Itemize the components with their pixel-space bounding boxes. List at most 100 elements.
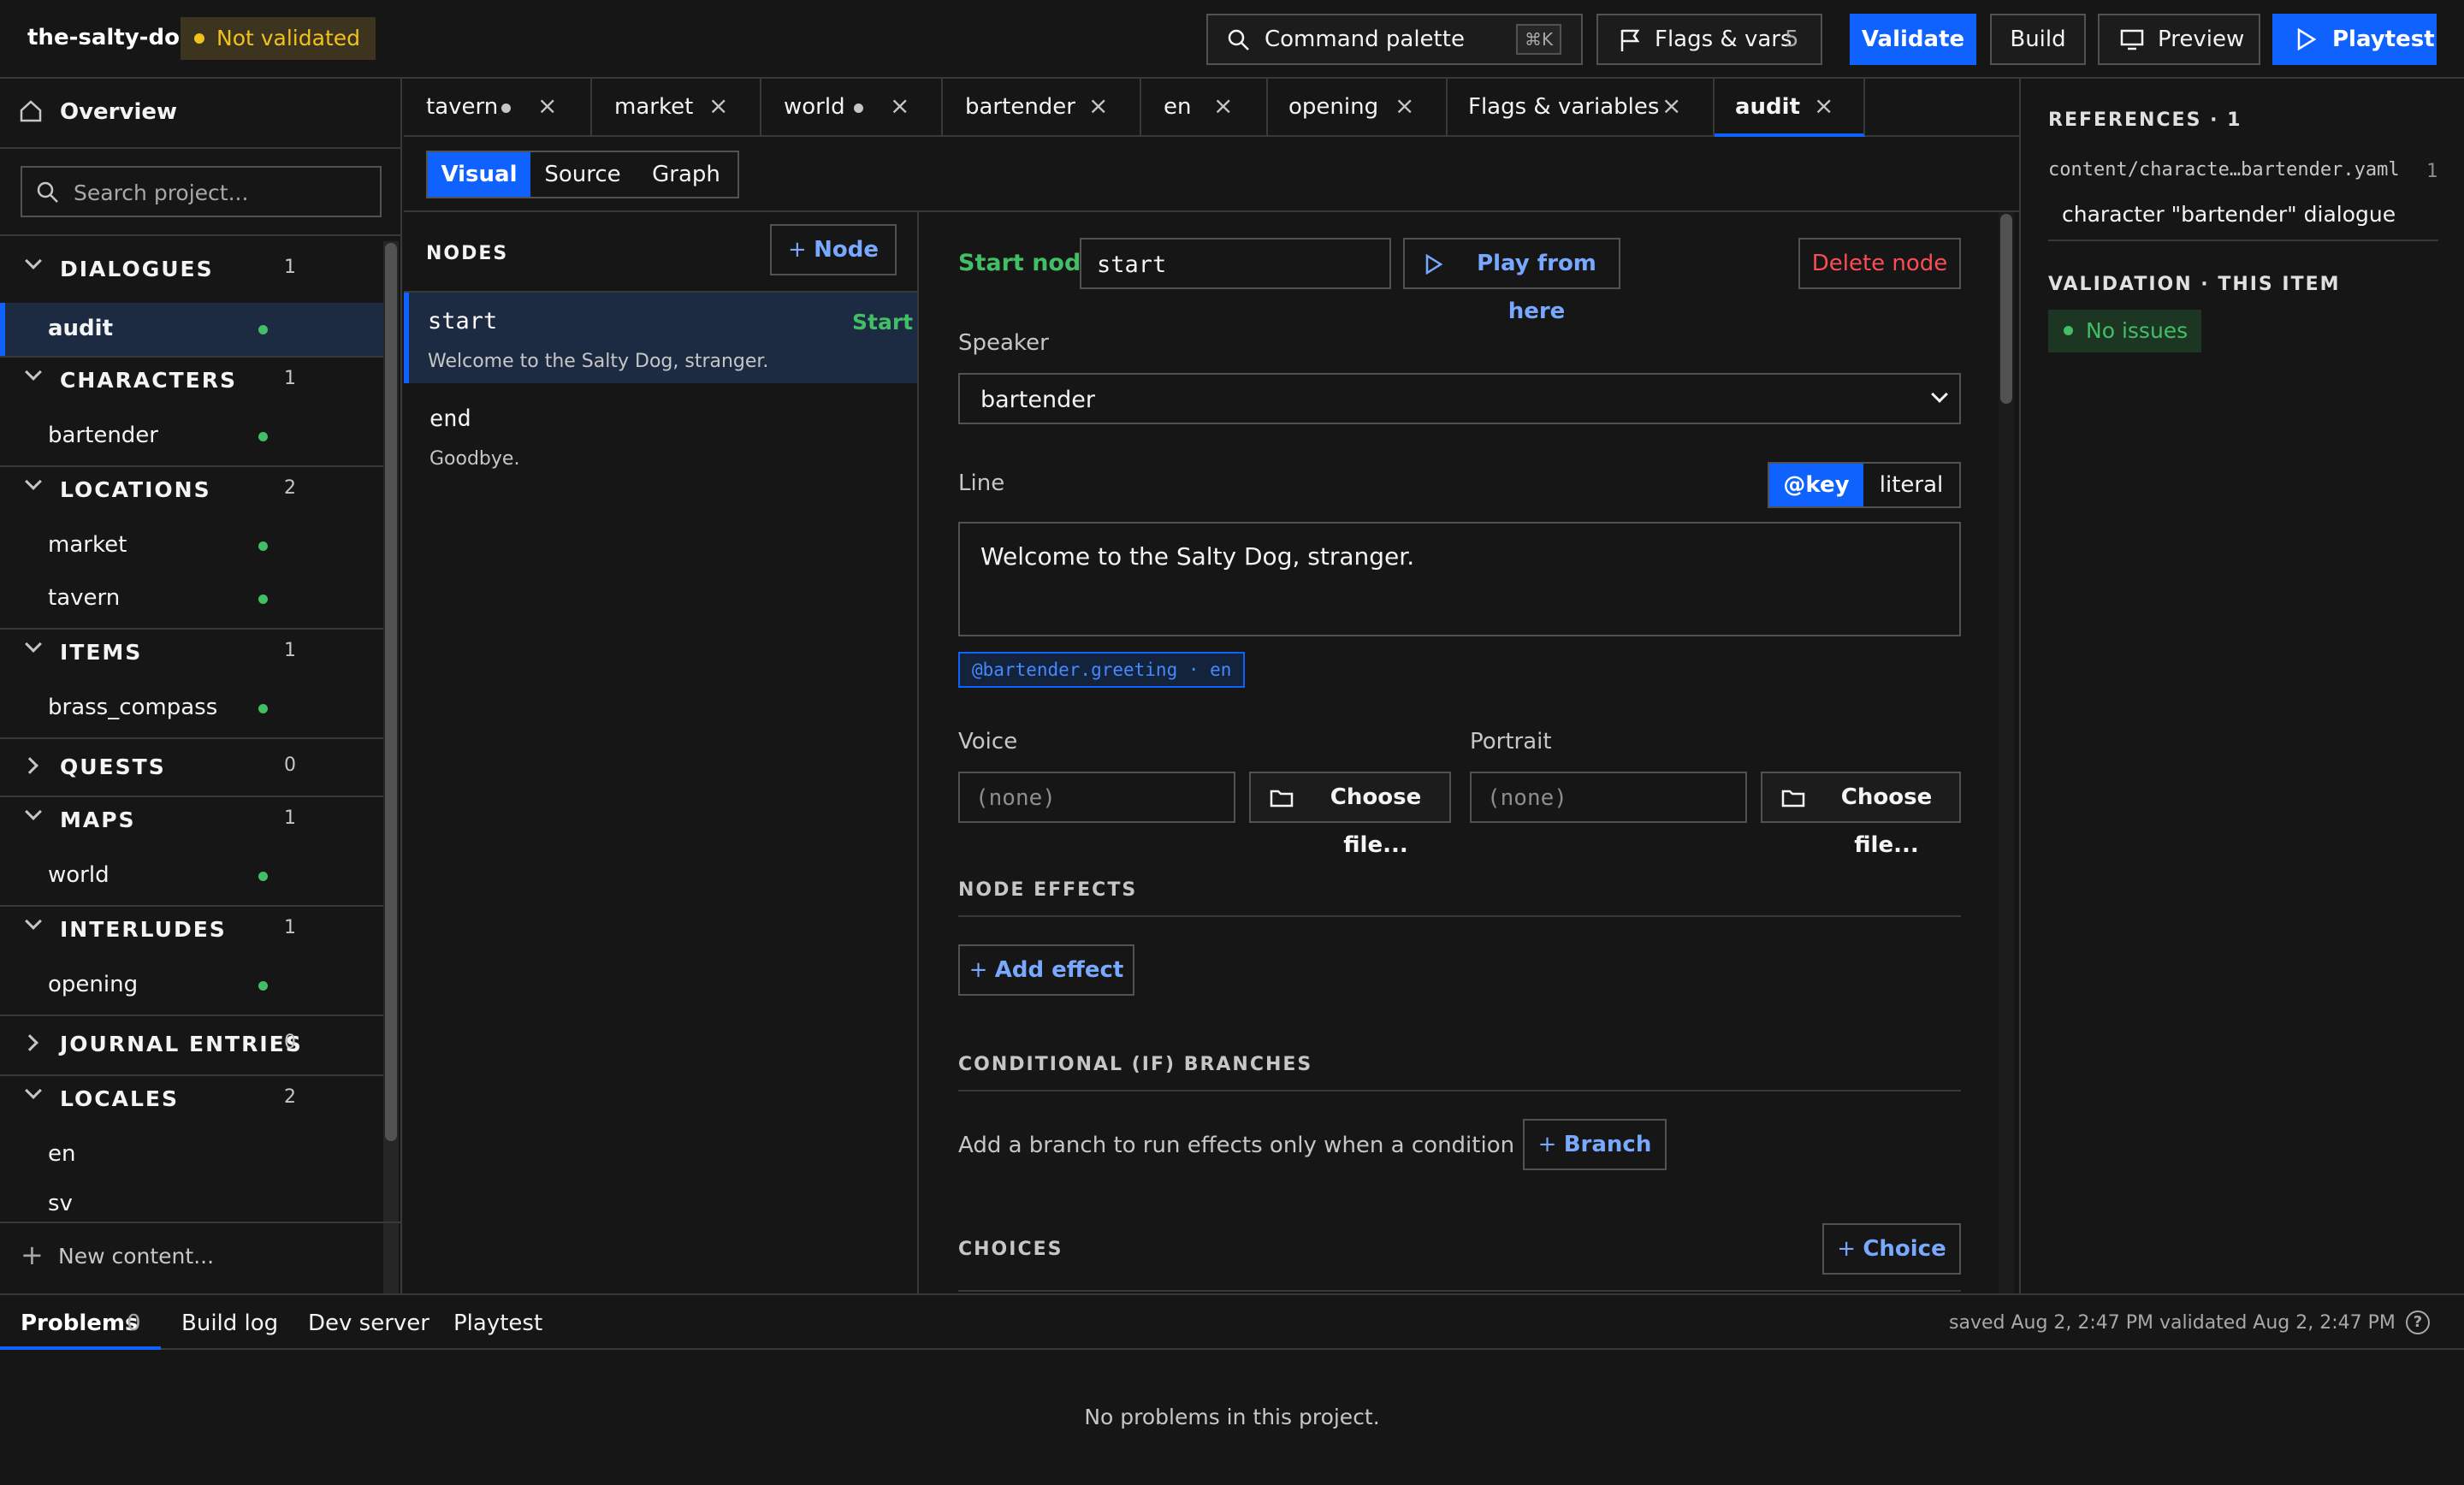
sidebar-item-audit[interactable]: audit [0, 303, 383, 356]
tab-label: world [784, 94, 845, 120]
view-mode-visual[interactable]: Visual [428, 152, 530, 197]
tab-market[interactable]: market × [592, 79, 761, 137]
tab-flags-variables[interactable]: Flags & variables × [1448, 79, 1715, 137]
playtest-button[interactable]: Playtest [2272, 14, 2437, 65]
line-textarea[interactable]: Welcome to the Salty Dog, stranger. [958, 522, 1961, 636]
view-mode-switcher: Visual Source Graph [426, 151, 739, 198]
group-header-locations[interactable]: LOCATIONS 2 [0, 467, 383, 510]
group-count: 1 [284, 257, 296, 278]
view-mode-source[interactable]: Source [530, 152, 635, 197]
bottom-panel: Problems 0 Build log Dev server Playtest… [0, 1293, 2464, 1485]
editor-scroll-thumb[interactable] [2000, 214, 2012, 404]
tab-opening[interactable]: opening × [1268, 79, 1448, 137]
close-icon[interactable]: × [1814, 78, 1833, 134]
play-icon [2297, 28, 2317, 50]
group-header-dialogues[interactable]: DIALOGUES 1 [0, 246, 383, 289]
bottom-tab-label: Dev server [308, 1310, 429, 1336]
sidebar-item-market[interactable]: market [0, 522, 383, 570]
sidebar-item-label: market [48, 532, 127, 558]
tab-audit[interactable]: audit × [1715, 79, 1865, 137]
portrait-field[interactable]: (none) [1470, 772, 1747, 823]
add-node-label: Node [814, 237, 879, 263]
tab-en[interactable]: en × [1141, 79, 1268, 137]
group-header-maps[interactable]: MAPS 1 [0, 797, 383, 840]
group-title: MAPS [60, 808, 136, 832]
portrait-value: (none) [1487, 785, 1567, 811]
close-icon[interactable]: × [1213, 78, 1233, 134]
divider [0, 234, 400, 236]
tab-world[interactable]: world × [761, 79, 943, 137]
help-icon[interactable]: ? [2406, 1310, 2430, 1334]
tab-bartender[interactable]: bartender × [943, 79, 1141, 137]
close-icon[interactable]: × [708, 78, 728, 134]
node-preview-text: Welcome to the Salty Dog, stranger. [428, 351, 769, 372]
group-header-quests[interactable]: QUESTS 0 [0, 739, 383, 792]
bottom-tab-dev-server[interactable]: Dev server [287, 1295, 435, 1350]
group-header-interludes[interactable]: INTERLUDES 1 [0, 907, 383, 950]
group-header-locales[interactable]: LOCALES 2 [0, 1076, 383, 1119]
node-list-item-start[interactable]: start Start Welcome to the Salty Dog, st… [404, 293, 917, 383]
sidebar-item-sv[interactable]: sv [0, 1180, 383, 1215]
voice-choose-file-button[interactable]: Choose file... [1249, 772, 1451, 858]
sidebar-item-brass-compass[interactable]: brass_compass [0, 684, 383, 732]
bottom-tab-build-log[interactable]: Build log [161, 1295, 298, 1350]
sidebar-item-bartender[interactable]: bartender [0, 412, 383, 460]
voice-field[interactable]: (none) [958, 772, 1235, 823]
sidebar-scroll-thumb[interactable] [385, 243, 397, 1141]
voice-value: (none) [975, 785, 1056, 811]
add-effect-button[interactable]: + Add effect [958, 944, 1134, 996]
sidebar-item-en[interactable]: en [0, 1131, 383, 1179]
preview-button[interactable]: Preview [2098, 14, 2260, 65]
portrait-choose-file-button[interactable]: Choose file... [1761, 772, 1961, 858]
tab-tavern[interactable]: tavern × [404, 79, 592, 137]
bottom-tab-problems[interactable]: Problems 0 [0, 1295, 161, 1350]
sidebar-item-world[interactable]: world [0, 852, 383, 900]
build-button[interactable]: Build [1990, 14, 2086, 65]
chevron-down-icon [25, 913, 42, 930]
close-icon[interactable]: × [1395, 78, 1414, 134]
speaker-value: bartender [980, 387, 1095, 413]
line-mode-literal[interactable]: literal [1863, 464, 1959, 506]
new-content-button[interactable]: + New content... [0, 1223, 400, 1292]
branches-hint: Add a branch to run effects only when a … [958, 1133, 1605, 1158]
portrait-label: Portrait [1470, 729, 1552, 754]
close-icon[interactable]: × [537, 78, 557, 134]
view-mode-graph[interactable]: Graph [635, 152, 737, 197]
validate-button[interactable]: Validate [1850, 14, 1976, 65]
overview-link[interactable]: Overview [0, 79, 400, 147]
reference-path[interactable]: content/characte…bartender.yaml [2048, 159, 2400, 180]
reference-description: character "bartender" dialogue [2062, 202, 2396, 227]
close-icon[interactable]: × [1088, 78, 1108, 134]
close-icon[interactable]: × [1661, 78, 1681, 134]
divider [2048, 240, 2438, 241]
line-mode-key[interactable]: @key [1769, 464, 1863, 506]
start-node-field[interactable]: start [1080, 238, 1391, 289]
sidebar-item-opening[interactable]: opening [0, 961, 383, 1009]
flag-icon [1620, 29, 1640, 51]
group-count: 0 [284, 754, 296, 776]
add-node-button[interactable]: + Node [770, 224, 897, 275]
reference-line-number: 1 [2426, 161, 2438, 182]
preview-label: Preview [2158, 27, 2245, 52]
sidebar-item-tavern[interactable]: tavern [0, 575, 383, 623]
group-header-items[interactable]: ITEMS 1 [0, 630, 383, 672]
bottom-tab-playtest[interactable]: Playtest [433, 1295, 561, 1350]
node-list-item-end[interactable]: end Goodbye. [404, 383, 917, 474]
group-count: 2 [284, 1086, 296, 1108]
play-from-here-button[interactable]: Play from here [1403, 238, 1620, 324]
group-header-journal-entries[interactable]: JOURNAL ENTRIES 0 [0, 1016, 383, 1069]
search-project-field[interactable]: Search project... [21, 166, 382, 217]
delete-node-button[interactable]: Delete node [1798, 238, 1961, 289]
start-node-tag: Start [852, 310, 914, 334]
add-choice-button[interactable]: + Choice [1822, 1223, 1961, 1275]
speaker-select[interactable]: bartender [958, 373, 1961, 424]
group-header-characters[interactable]: CHARACTERS 1 [0, 358, 383, 400]
command-palette-button[interactable]: Command palette ⌘K [1206, 14, 1583, 65]
close-icon[interactable]: × [890, 78, 909, 134]
line-mode-switch: @key literal [1768, 462, 1961, 508]
sidebar-item-label: sv [48, 1191, 73, 1215]
flags-vars-button[interactable]: Flags & vars 5 [1596, 14, 1822, 65]
line-label: Line [958, 470, 1005, 496]
group-title: QUESTS [60, 754, 166, 779]
add-branch-button[interactable]: + Branch [1523, 1119, 1667, 1170]
